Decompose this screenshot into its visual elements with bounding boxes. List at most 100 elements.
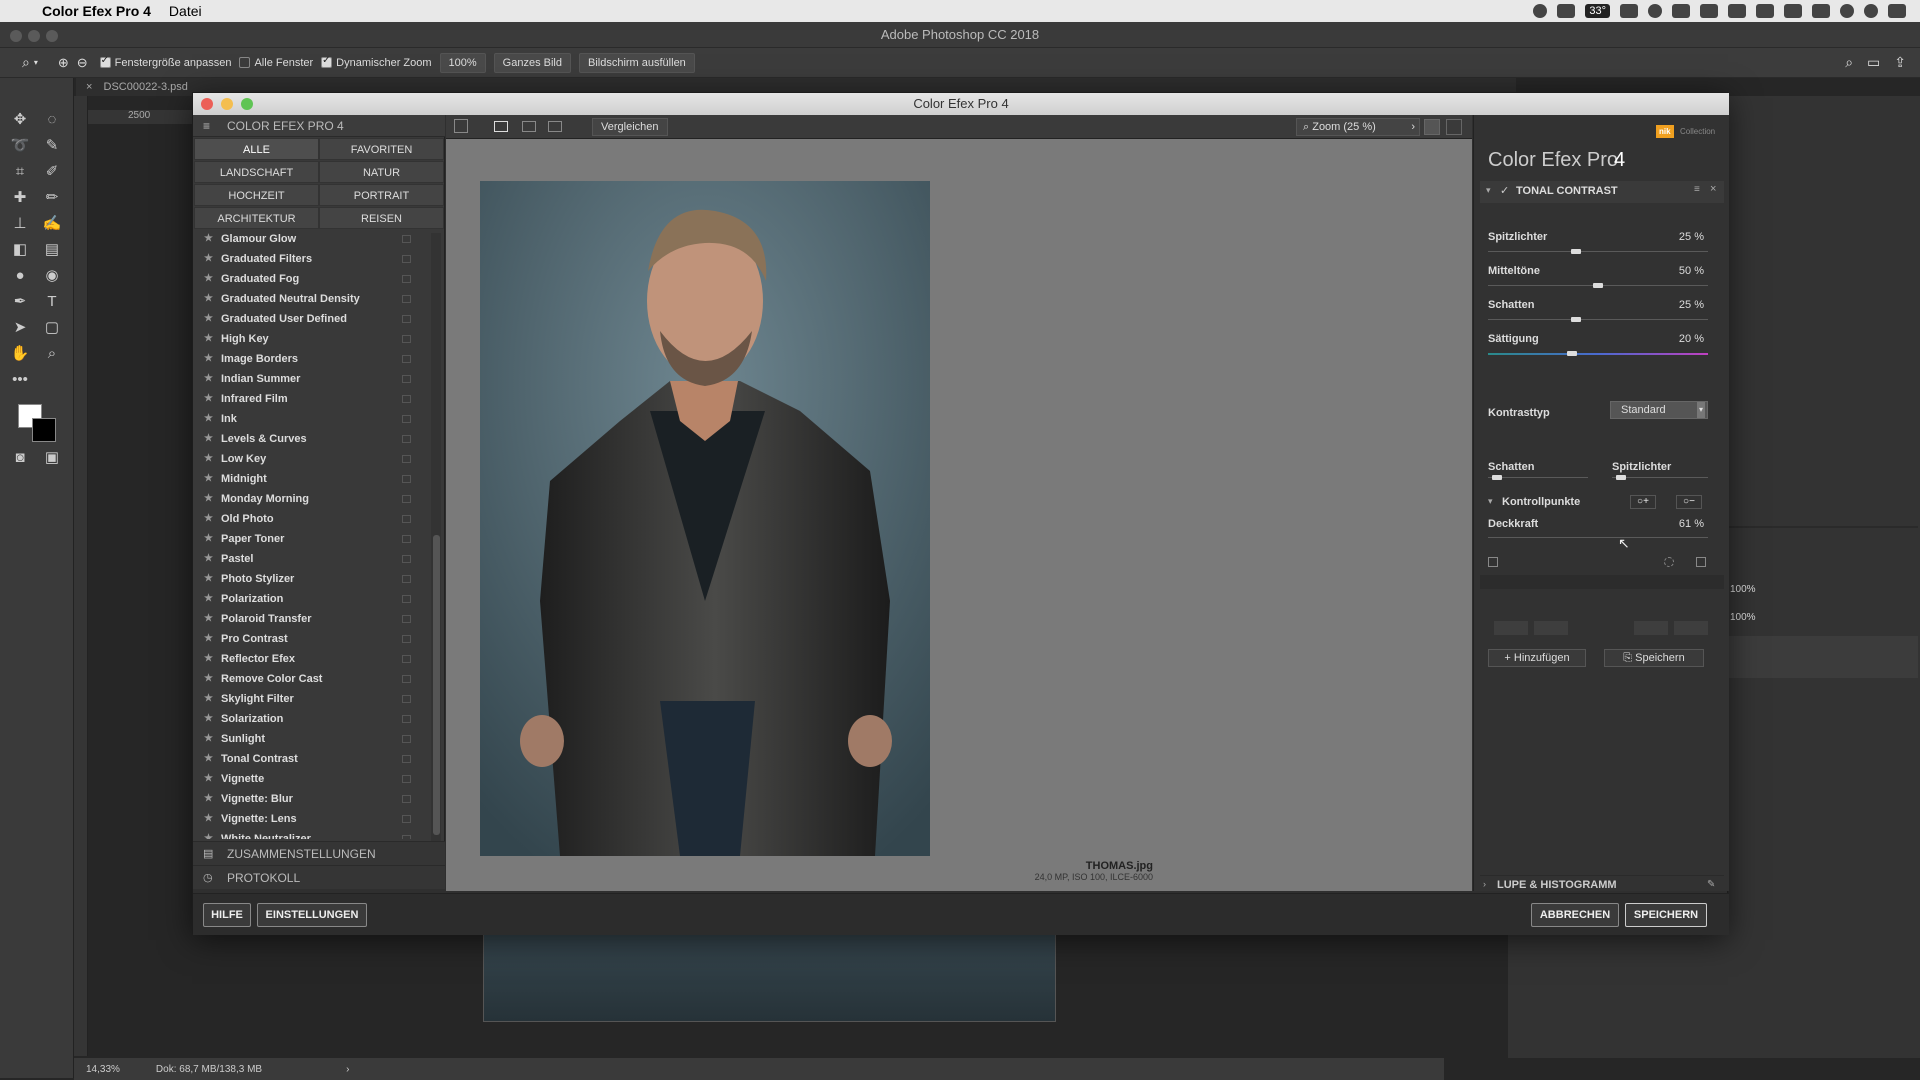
filter-list-item[interactable]: ★ Monday Morning (193, 489, 429, 509)
share-icon[interactable]: ⇪ (1894, 54, 1906, 71)
app-icon[interactable] (1557, 4, 1576, 18)
workspace-icon[interactable]: ▭ (1867, 54, 1880, 71)
status-chevron-icon[interactable]: › (346, 1064, 349, 1075)
favorite-star-icon[interactable]: ★ (204, 389, 213, 409)
search-icon[interactable]: ⌕ (1845, 54, 1853, 71)
remove-control-point-icon[interactable]: ○− (1676, 495, 1702, 509)
filter-preset-icon[interactable] (402, 375, 411, 383)
filter-preset-icon[interactable] (402, 295, 411, 303)
filter-list-item[interactable]: ★ High Key (193, 329, 429, 349)
quick-mask-icon[interactable]: ◙ (8, 446, 32, 470)
eraser-tool-icon[interactable]: ◧ (8, 238, 32, 262)
favorite-star-icon[interactable]: ★ (204, 269, 213, 289)
background-color-swatch[interactable] (32, 418, 56, 442)
pen-tool-icon[interactable]: ✒ (8, 290, 32, 314)
filter-preset-icon[interactable] (402, 415, 411, 423)
filter-list-item[interactable]: ★ Graduated Neutral Density (193, 289, 429, 309)
favorite-star-icon[interactable]: ★ (204, 689, 213, 709)
filter-list-item[interactable]: ★ Solarization (193, 709, 429, 729)
filter-preset-icon[interactable] (402, 395, 411, 403)
favorite-star-icon[interactable]: ★ (204, 729, 213, 749)
favorite-star-icon[interactable]: ★ (204, 529, 213, 549)
filter-toggle-button[interactable] (1494, 621, 1528, 635)
favorite-star-icon[interactable]: ★ (204, 809, 213, 829)
filter-preset-icon[interactable] (402, 635, 411, 643)
side-by-side-icon[interactable] (548, 121, 562, 132)
filter-list-item[interactable]: ★ Indian Summer (193, 369, 429, 389)
favorite-star-icon[interactable]: ★ (204, 609, 213, 629)
filter-list-item[interactable]: ★ Infrared Film (193, 389, 429, 409)
favorite-star-icon[interactable]: ★ (204, 669, 213, 689)
dynamic-zoom-checkbox[interactable]: Dynamischer Zoom (321, 55, 432, 69)
filter-preset-icon[interactable] (402, 495, 411, 503)
favorite-star-icon[interactable]: ★ (204, 769, 213, 789)
favorite-star-icon[interactable]: ★ (204, 749, 213, 769)
filter-enable-check-icon[interactable]: ✓ (1500, 184, 1509, 197)
dropbox-icon[interactable] (1672, 4, 1690, 18)
filter-preset-icon[interactable] (402, 675, 411, 683)
filter-preset-icon[interactable] (402, 475, 411, 483)
fill-screen-button[interactable]: Bildschirm ausfüllen (578, 52, 695, 73)
filter-delete-button[interactable] (1674, 621, 1708, 635)
filter-preset-icon[interactable] (402, 315, 411, 323)
range-shadows-track[interactable] (1488, 477, 1588, 478)
zoom-in-icon[interactable]: ⊕ (58, 55, 69, 71)
status-zoom[interactable]: 14,33% (86, 1064, 120, 1075)
filter-list-item[interactable]: ★ Polaroid Transfer (193, 609, 429, 629)
saturation-slider-knob[interactable] (1566, 351, 1577, 356)
filter-preset-icon[interactable] (402, 255, 411, 263)
category-travel[interactable]: REISEN (319, 207, 444, 229)
filter-list-item[interactable]: ★ Levels & Curves (193, 429, 429, 449)
notification-center-icon[interactable] (1888, 4, 1906, 18)
filter-preset-icon[interactable] (402, 835, 411, 839)
whole-image-button[interactable]: Ganzes Bild (493, 52, 571, 73)
filter-reset-button[interactable] (1534, 621, 1568, 635)
history-section[interactable]: ◷ PROTOKOLL (193, 865, 445, 889)
mask-view-icon[interactable] (1488, 557, 1498, 567)
favorite-star-icon[interactable]: ★ (204, 349, 213, 369)
duplicate-point-icon[interactable] (1696, 557, 1706, 567)
cloud-icon[interactable] (1648, 4, 1662, 18)
filter-preset-icon[interactable] (402, 775, 411, 783)
filter-list-item[interactable]: ★ Paper Toner (193, 529, 429, 549)
favorite-star-icon[interactable]: ★ (204, 509, 213, 529)
hand-tool-icon[interactable]: ✋ (8, 342, 32, 366)
filter-preset-icon[interactable] (402, 235, 411, 243)
quick-select-tool-icon[interactable]: ✎ (40, 134, 64, 158)
filter-list-item[interactable]: ★ Graduated Filters (193, 249, 429, 269)
fullscreen-icon[interactable] (1446, 119, 1462, 135)
filter-list-item[interactable]: ★ Image Borders (193, 349, 429, 369)
filter-list-item[interactable]: ★ Old Photo (193, 509, 429, 529)
evernote-icon[interactable] (1700, 4, 1718, 18)
category-nature[interactable]: NATUR (319, 161, 444, 183)
menu-app-name[interactable]: Color Efex Pro 4 (42, 3, 151, 19)
filter-list-item[interactable]: ★ Tonal Contrast (193, 749, 429, 769)
filter-list-item[interactable]: ★ Graduated Fog (193, 269, 429, 289)
filter-preset-icon[interactable] (402, 335, 411, 343)
recipes-section[interactable]: ▤ ZUSAMMENSTELLUNGEN (193, 841, 445, 865)
background-toggle-icon[interactable] (1424, 119, 1440, 135)
fit-window-checkbox[interactable]: Fenstergröße anpassen (99, 55, 231, 69)
filter-list-item[interactable]: ★ Polarization (193, 589, 429, 609)
clone-stamp-icon[interactable]: ⊥ (8, 212, 32, 236)
filter-list-item[interactable]: ★ Skylight Filter (193, 689, 429, 709)
highlights-slider-track[interactable] (1488, 251, 1708, 252)
move-tool-icon[interactable]: ✥ (8, 108, 32, 132)
layer-opacity-value[interactable]: 100% (1730, 584, 1756, 595)
filter-menu-icon[interactable]: ≡ (1694, 184, 1700, 195)
zoom-tool-icon[interactable]: ⌕ (40, 342, 64, 366)
help-button[interactable]: HILFE (203, 903, 251, 927)
filter-list-item[interactable]: ★ Glamour Glow (193, 229, 429, 249)
menu-file[interactable]: Datei (169, 3, 202, 19)
filter-history-button[interactable] (1634, 621, 1668, 635)
document-tab[interactable]: DSC00022-3.psd (104, 81, 188, 93)
favorite-star-icon[interactable]: ★ (204, 229, 213, 249)
favorite-star-icon[interactable]: ★ (204, 369, 213, 389)
healing-brush-icon[interactable]: ✚ (8, 186, 32, 210)
filter-list-item[interactable]: ★ Remove Color Cast (193, 669, 429, 689)
lasso-tool-icon[interactable]: ➰ (8, 134, 32, 158)
favorite-star-icon[interactable]: ★ (204, 469, 213, 489)
saturation-slider-track[interactable] (1488, 353, 1708, 355)
range-highlights-track[interactable] (1612, 477, 1708, 478)
control-points-chevron-icon[interactable]: ▾ (1488, 496, 1493, 507)
